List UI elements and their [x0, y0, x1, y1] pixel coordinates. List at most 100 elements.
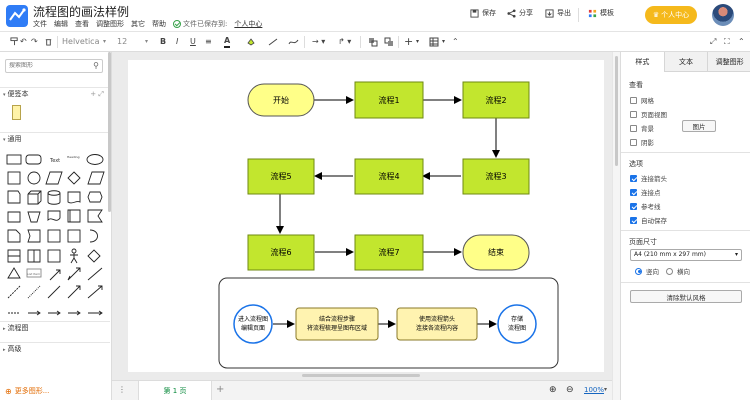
legend-step-label: 连接各流程内容 [416, 324, 458, 332]
italic-icon[interactable]: I [176, 36, 178, 48]
fullscreen-icon[interactable]: ⤢ [710, 36, 716, 48]
to-back-icon[interactable] [384, 37, 394, 47]
grid-label: 网格 [641, 97, 654, 105]
menu-help[interactable]: 帮助 [152, 19, 166, 29]
zoom-out-icon[interactable]: ⊖ [566, 385, 574, 395]
line-color-icon[interactable] [268, 37, 278, 47]
scratchpad-note[interactable] [12, 105, 21, 120]
chevron-down-icon[interactable]: ▾ [416, 36, 419, 48]
personal-center-button[interactable]: ♛ 个人中心 [645, 6, 697, 24]
canvas-vertical-scrollbar[interactable] [612, 52, 620, 400]
general-shapes-grid[interactable]: Text Heading List Item [4, 150, 108, 322]
legend-start-circle[interactable] [233, 304, 273, 344]
chevron-down-icon[interactable]: ▾ [145, 36, 148, 48]
section-flowchart[interactable]: ▸ 流程图 [0, 321, 110, 334]
legend-end-circle[interactable] [497, 304, 537, 344]
undo-icon[interactable]: ↶ [20, 36, 27, 48]
checkbox-checked-icon[interactable] [630, 216, 637, 224]
chevron-down-icon[interactable]: ▾ [442, 36, 445, 48]
document-title[interactable]: 流程图的画法样例 [33, 3, 129, 20]
autosave-checkbox[interactable]: 自动保存 [630, 215, 667, 225]
chevron-down-icon[interactable]: ▾ [103, 36, 106, 48]
connection-points-checkbox[interactable]: 连接点 [630, 187, 661, 197]
add-page-button[interactable]: + [216, 384, 224, 395]
to-front-icon[interactable] [368, 37, 378, 47]
background-image-button[interactable]: 图片 [682, 120, 716, 132]
checkbox-icon[interactable] [630, 96, 637, 104]
save-location-link[interactable]: 个人中心 [234, 19, 262, 29]
text-align-icon[interactable]: ≡ [205, 36, 212, 48]
portrait-radio[interactable]: 竖向 [635, 266, 659, 276]
table-icon[interactable] [429, 37, 439, 47]
scrollbar-thumb[interactable] [615, 56, 618, 166]
tab-page-1[interactable]: 第 1 页 [138, 381, 212, 400]
template-button[interactable]: 模板 [588, 8, 614, 18]
bold-icon[interactable]: B [160, 36, 166, 48]
section-scratchpad[interactable]: ▾ 便签本 + ⤢ [0, 87, 110, 100]
collapse-icon[interactable]: ⌃ [452, 36, 459, 48]
insert-icon[interactable]: + [404, 36, 413, 47]
menu-file[interactable]: 文件 [33, 19, 47, 29]
legend-step-box[interactable] [295, 307, 379, 341]
avatar[interactable] [712, 4, 734, 26]
clear-default-style-button[interactable]: 清除默认风格 [630, 290, 742, 303]
share-button[interactable]: 分享 [507, 8, 533, 18]
waypoint-style-icon[interactable]: ↱ ▾ [338, 36, 351, 48]
menu-edit[interactable]: 编辑 [54, 19, 68, 29]
zoom-level-select[interactable]: 100% [584, 386, 604, 394]
menu-view[interactable]: 查看 [75, 19, 89, 29]
radio-icon[interactable] [666, 267, 673, 275]
redo-icon[interactable]: ↷ [31, 36, 38, 48]
font-family-select[interactable]: Helvetica [62, 36, 104, 48]
checkbox-icon[interactable] [630, 138, 637, 146]
search-icon[interactable]: ⚲ [93, 61, 99, 70]
export-button[interactable]: 导出 [545, 8, 571, 18]
checkbox-checked-icon[interactable] [630, 188, 637, 196]
page-view-checkbox[interactable]: 页面视图 [630, 109, 667, 119]
flowchart-diagram[interactable]: 开始 流程1 流程2 流程5 流程4 流程3 流程6 流程7 结束 进入流程图 … [128, 60, 604, 372]
canvas-horizontal-scrollbar[interactable] [302, 374, 420, 377]
radio-selected-icon[interactable] [635, 267, 642, 275]
landscape-radio[interactable]: 横向 [666, 266, 690, 276]
checkbox-icon[interactable] [630, 110, 637, 118]
zoom-in-icon[interactable]: ⊕ [549, 385, 557, 395]
underline-icon[interactable]: U [190, 36, 196, 48]
canvas-area[interactable]: 开始 流程1 流程2 流程5 流程4 流程3 流程6 流程7 结束 进入流程图 … [112, 52, 612, 380]
shadow-checkbox[interactable]: 阴影 [630, 137, 654, 147]
more-shapes-link[interactable]: ⊕ 更多图形... [5, 386, 49, 396]
app-logo-icon[interactable] [6, 5, 28, 27]
checkbox-checked-icon[interactable] [630, 174, 637, 182]
checkbox-checked-icon[interactable] [630, 202, 637, 210]
section-general[interactable]: ▾ 通用 [0, 132, 110, 145]
search-input[interactable] [9, 62, 89, 69]
page-menu-icon[interactable]: ⋮ [118, 385, 126, 394]
line-style-icon[interactable] [288, 37, 299, 47]
left-panel-scrollbar[interactable] [108, 52, 111, 212]
legend-step-box[interactable] [396, 307, 478, 341]
page-size-select[interactable]: A4 (210 mm x 297 mm) ▾ [630, 249, 742, 261]
guides-checkbox[interactable]: 参考线 [630, 201, 661, 211]
format-paint-icon[interactable] [10, 37, 19, 46]
grid-checkbox[interactable]: 网格 [630, 95, 654, 105]
connection-arrows-checkbox[interactable]: 连接箭头 [630, 173, 667, 183]
background-checkbox[interactable]: 背景 [630, 123, 654, 133]
connector-style-icon[interactable]: → ▾ [312, 36, 325, 48]
section-advanced[interactable]: ▸ 高级 [0, 342, 110, 355]
fill-color-icon[interactable] [246, 37, 256, 47]
search-field[interactable]: ⚲ [5, 59, 103, 73]
checkbox-icon[interactable] [630, 124, 637, 132]
font-color-icon[interactable]: A [224, 36, 231, 48]
chevron-down-icon[interactable]: ▾ [604, 386, 607, 393]
scratchpad-add-icon[interactable]: + ⤢ [90, 88, 104, 100]
delete-icon[interactable] [44, 37, 53, 46]
diagram-page[interactable]: 开始 流程1 流程2 流程5 流程4 流程3 流程6 流程7 结束 进入流程图 … [128, 60, 604, 372]
zoom-fit-icon[interactable]: ⛶ [724, 36, 730, 48]
tab-text[interactable]: 文本 [663, 52, 708, 72]
menu-extras[interactable]: 其它 [131, 19, 145, 29]
tab-style[interactable]: 样式 [621, 52, 664, 72]
tab-arrange[interactable]: 调整图形 [707, 52, 750, 72]
font-size-select[interactable]: 12 [117, 36, 127, 48]
collapse-icon[interactable]: ⌃ [738, 36, 745, 48]
save-button[interactable]: 保存 [470, 8, 496, 18]
menu-arrange[interactable]: 调整图形 [96, 19, 124, 29]
